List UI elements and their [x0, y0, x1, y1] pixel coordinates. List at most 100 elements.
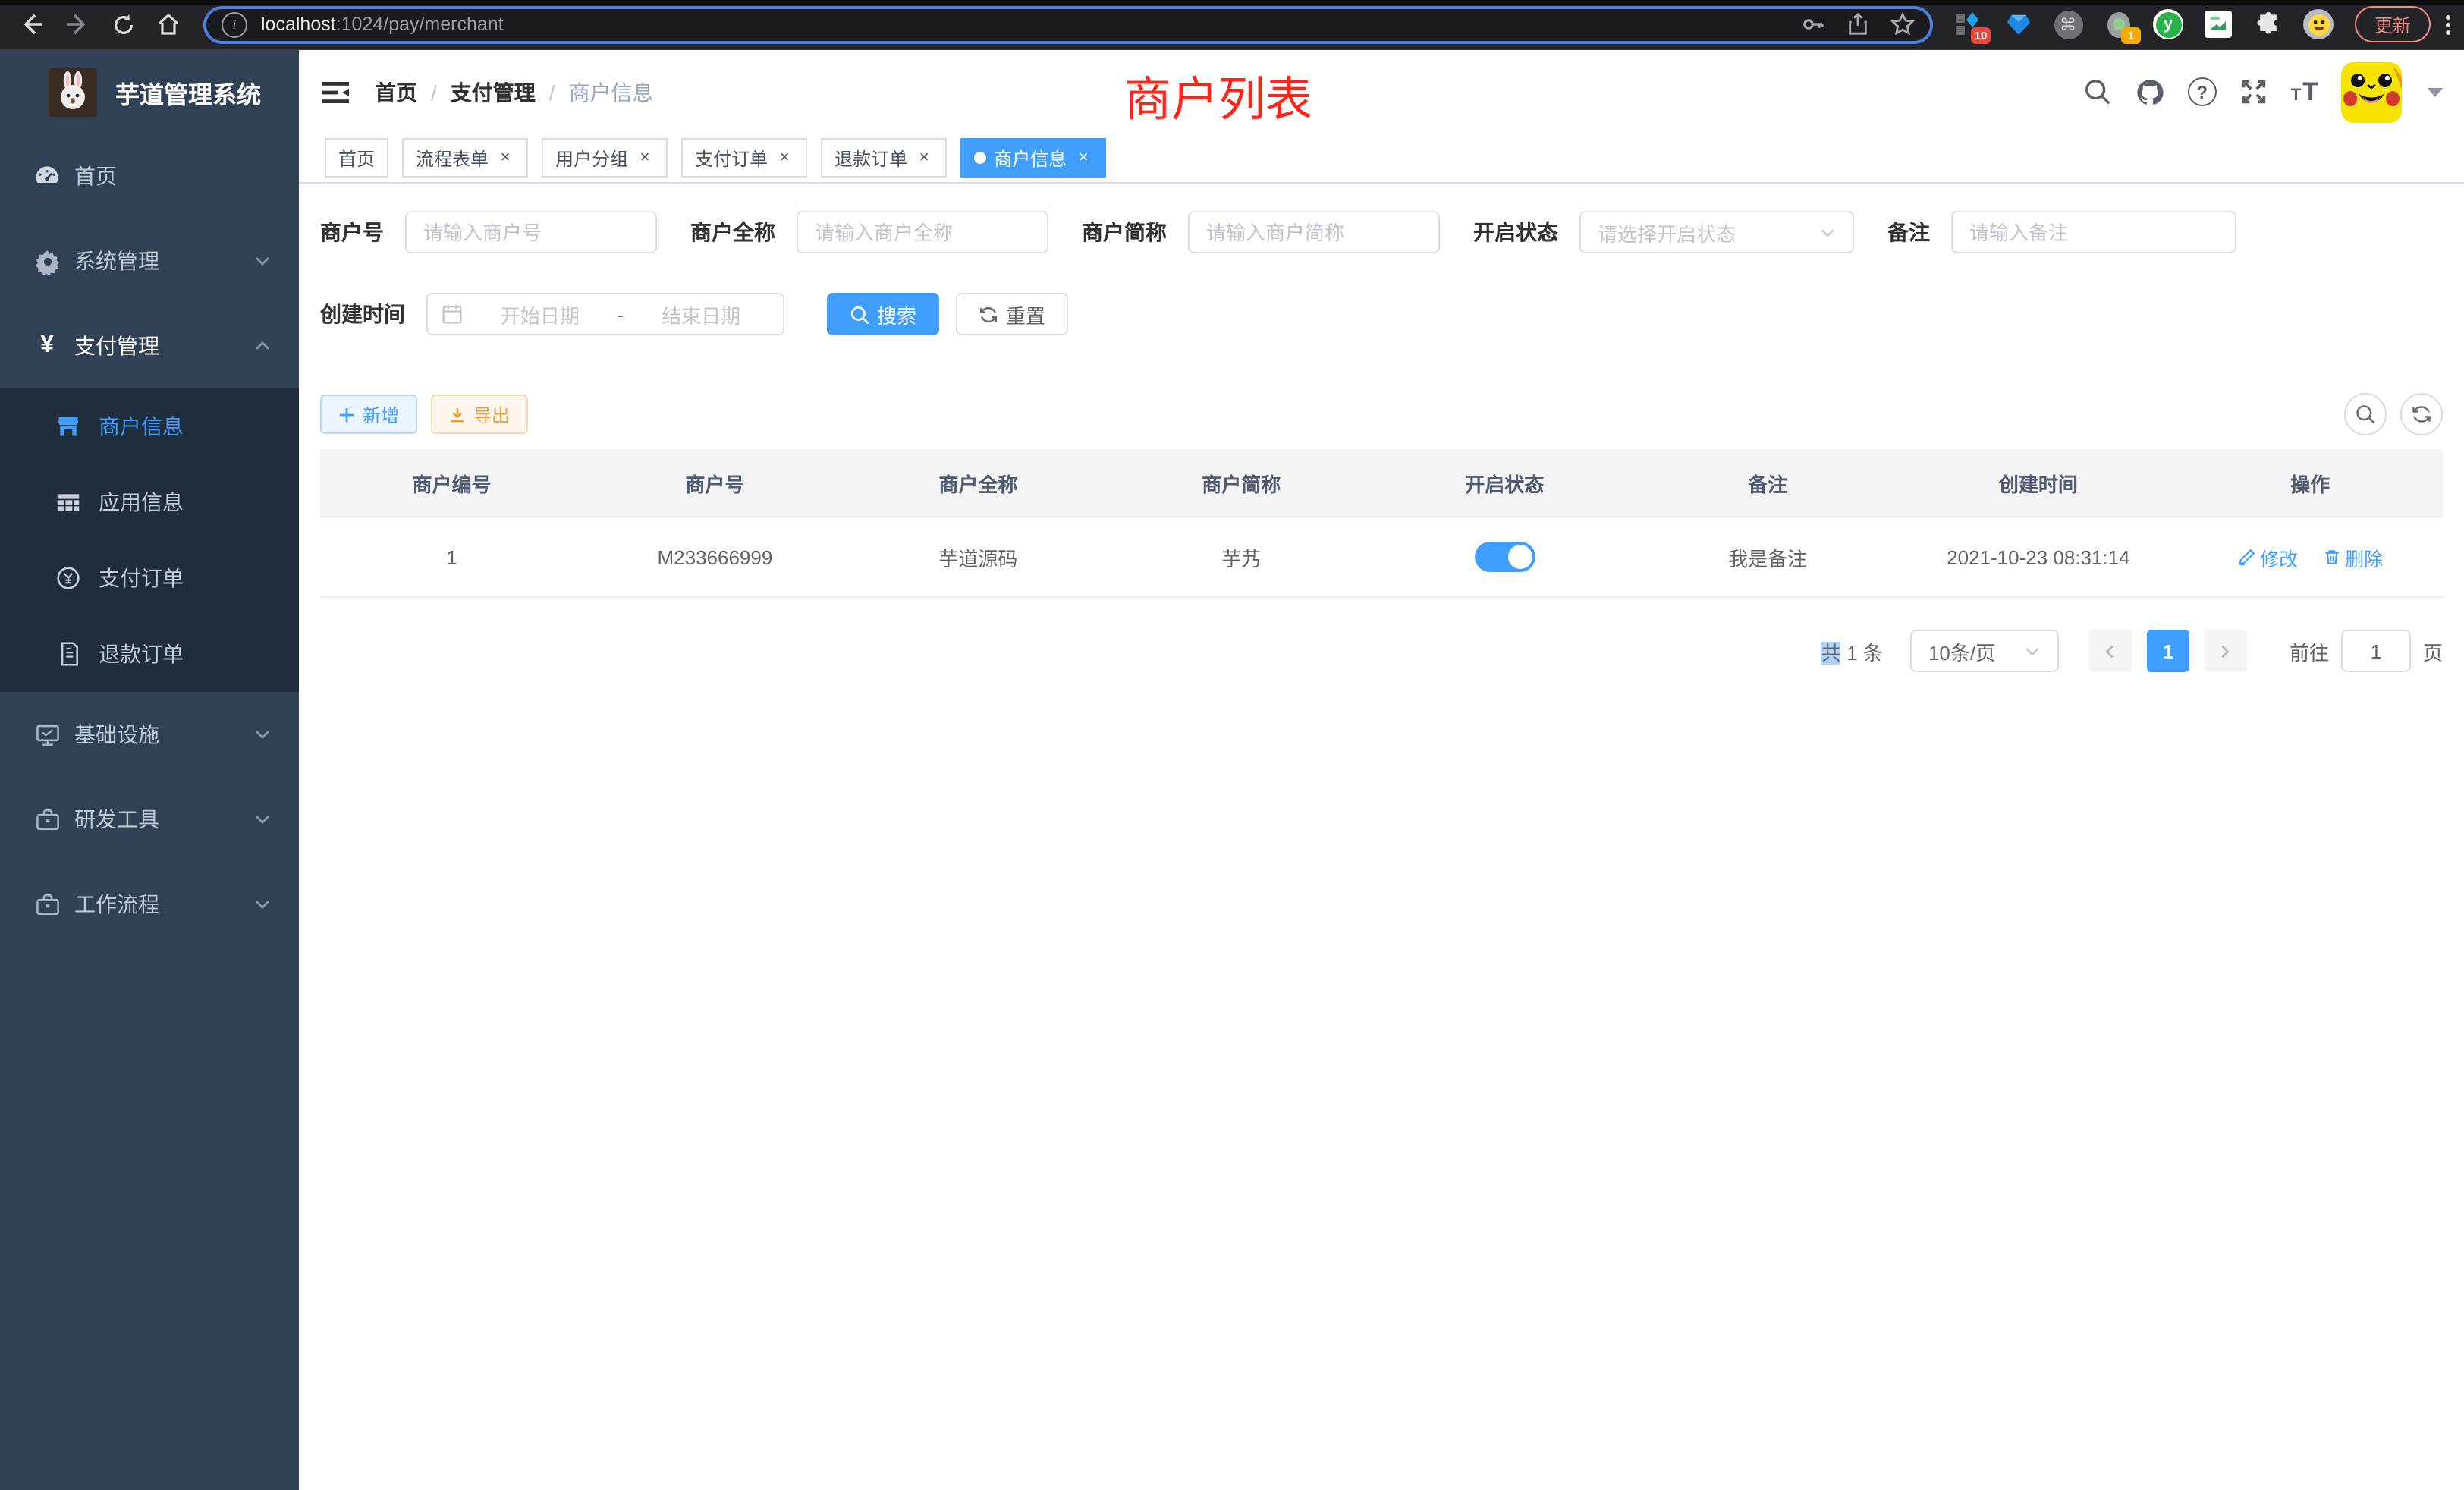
- tab-close-icon[interactable]: ×: [915, 149, 933, 167]
- sidebar-item-workflow[interactable]: 工作流程: [0, 862, 299, 947]
- bookmark-star-icon[interactable]: [1890, 12, 1915, 36]
- github-icon[interactable]: [2135, 77, 2165, 107]
- table-toolbar: 新增 导出: [320, 393, 2443, 435]
- font-size-icon[interactable]: TT: [2291, 79, 2318, 105]
- screen: i localhost:1024/pay/merchant 10 ⌘ 1: [0, 0, 2464, 1490]
- select-placeholder: 请选择开启状态: [1598, 218, 1819, 247]
- date-end-placeholder[interactable]: 结束日期: [633, 300, 769, 328]
- browser-reload-button[interactable]: [100, 5, 146, 44]
- sidebar-subitem-merchant-info[interactable]: 商户信息: [0, 388, 299, 464]
- remark-input[interactable]: [1951, 211, 2236, 253]
- breadcrumb-separator: /: [549, 80, 555, 104]
- cell-actions: 修改 删除: [2177, 517, 2443, 597]
- field-label: 商户简称: [1082, 217, 1167, 247]
- sidebar-item-home[interactable]: 首页: [0, 134, 299, 218]
- extension-gray-icon[interactable]: 1: [2103, 9, 2133, 39]
- status-toggle[interactable]: [1474, 542, 1535, 572]
- url-bar[interactable]: i localhost:1024/pay/merchant: [203, 5, 1933, 43]
- prev-page-button[interactable]: [2089, 630, 2132, 672]
- browser-back-button[interactable]: [9, 5, 55, 44]
- url-path: :1024/pay/merchant: [336, 14, 504, 35]
- share-icon[interactable]: [1846, 12, 1869, 36]
- add-button[interactable]: 新增: [320, 395, 417, 434]
- chevron-down-icon: [253, 810, 272, 828]
- app-navbar: 首页 / 支付管理 / 商户信息 商户列表 ? TT: [299, 50, 2464, 134]
- password-key-icon[interactable]: [1801, 12, 1825, 36]
- next-page-button[interactable]: [2205, 630, 2247, 672]
- extension-emoji-icon[interactable]: [2303, 9, 2334, 39]
- gear-icon: [33, 247, 61, 275]
- full-name-input[interactable]: [797, 211, 1048, 253]
- search-icon: [2355, 404, 2376, 425]
- extension-y-icon[interactable]: y: [2153, 9, 2183, 39]
- active-tab-dot: [974, 152, 986, 164]
- reload-icon: [112, 13, 134, 36]
- tab-refund-order[interactable]: 退款订单 ×: [821, 138, 947, 178]
- filter-merchant-no: 商户号: [320, 211, 657, 253]
- date-range-picker[interactable]: 开始日期 - 结束日期: [426, 293, 784, 335]
- tab-close-icon[interactable]: ×: [1074, 149, 1092, 167]
- tab-close-icon[interactable]: ×: [496, 149, 514, 167]
- extension-gem-icon[interactable]: [2003, 9, 2033, 39]
- sidebar-collapse-icon[interactable]: [320, 77, 350, 107]
- help-icon[interactable]: ?: [2188, 77, 2217, 106]
- fullscreen-icon[interactable]: [2239, 77, 2268, 106]
- browser-update-button[interactable]: 更新: [2355, 6, 2431, 42]
- tab-home[interactable]: 首页: [325, 138, 388, 178]
- extensions-puzzle-icon[interactable]: [2253, 9, 2283, 39]
- tab-pay-order[interactable]: 支付订单 ×: [681, 138, 807, 178]
- export-button[interactable]: 导出: [431, 395, 528, 434]
- cell-remark: 我是备注: [1636, 517, 1900, 597]
- toggle-search-button[interactable]: [2344, 393, 2387, 435]
- user-avatar[interactable]: [2341, 61, 2402, 122]
- edit-link[interactable]: 修改: [2237, 542, 2298, 571]
- date-start-placeholder[interactable]: 开始日期: [472, 300, 608, 328]
- sidebar-item-dev-tools[interactable]: 研发工具: [0, 777, 299, 862]
- extension-command-icon[interactable]: ⌘: [2053, 9, 2083, 39]
- pagination-total: 共 1 条: [1821, 637, 1883, 665]
- sidebar-item-payment[interactable]: ¥ 支付管理: [0, 303, 299, 388]
- tab-close-icon[interactable]: ×: [775, 149, 794, 167]
- app-logo-row[interactable]: 芋道管理系统: [0, 50, 299, 134]
- extension-tampermonkey-icon[interactable]: 10: [1953, 9, 1983, 39]
- breadcrumb-payment[interactable]: 支付管理: [451, 77, 536, 107]
- sidebar-subitem-app-info[interactable]: 应用信息: [0, 464, 299, 540]
- reset-button[interactable]: 重置: [956, 293, 1068, 335]
- main-area: 首页 / 支付管理 / 商户信息 商户列表 ? TT: [299, 50, 2464, 1490]
- sidebar-item-label: 基础设施: [74, 719, 159, 750]
- tab-close-icon[interactable]: ×: [636, 149, 654, 167]
- page-number-button[interactable]: 1: [2147, 630, 2189, 672]
- sidebar-item-infra[interactable]: 基础设施: [0, 692, 299, 777]
- merchant-no-input[interactable]: [405, 211, 657, 253]
- browser-home-button[interactable]: [146, 5, 191, 44]
- sidebar-subitem-refund-order[interactable]: 退款订单: [0, 616, 299, 692]
- header-search-icon[interactable]: [2083, 77, 2112, 106]
- status-select[interactable]: 请选择开启状态: [1579, 211, 1854, 253]
- goto-page-input[interactable]: [2341, 630, 2411, 672]
- payment-submenu: 商户信息 应用信息 支付订单 退款订单: [0, 388, 299, 692]
- breadcrumb-home[interactable]: 首页: [375, 77, 417, 107]
- page-size-select[interactable]: 10条/页: [1910, 630, 2059, 672]
- filter-row-1: 商户号 商户全称 商户简称 开启状态 请选择开启状态: [320, 211, 2443, 253]
- extension-chart-icon[interactable]: [2203, 9, 2233, 39]
- sidebar-item-system[interactable]: 系统管理: [0, 218, 299, 303]
- refresh-icon: [979, 304, 998, 324]
- browser-forward-button[interactable]: [55, 5, 100, 44]
- tab-merchant-info[interactable]: 商户信息 ×: [960, 138, 1106, 178]
- refund-doc-icon: [56, 642, 80, 666]
- site-info-icon[interactable]: i: [222, 11, 247, 37]
- refresh-table-button[interactable]: [2400, 393, 2443, 435]
- browser-menu-icon[interactable]: [2446, 14, 2450, 34]
- delete-link[interactable]: 删除: [2322, 542, 2383, 571]
- pagination-goto: 前往 页: [2290, 630, 2443, 672]
- tab-user-group[interactable]: 用户分组 ×: [542, 138, 668, 178]
- table-row: 1 M233666999 芋道源码 芋艿 我是备注 2021-10-23 08:…: [320, 517, 2443, 597]
- search-icon: [850, 304, 869, 324]
- search-button[interactable]: 搜索: [827, 293, 939, 335]
- tab-process-form[interactable]: 流程表单 ×: [402, 138, 528, 178]
- short-name-input[interactable]: [1188, 211, 1440, 253]
- sidebar-subitem-pay-order[interactable]: 支付订单: [0, 540, 299, 616]
- tab-label: 用户分组: [555, 145, 628, 171]
- grid-icon: [56, 490, 80, 514]
- avatar-dropdown-caret-icon[interactable]: [2428, 87, 2443, 96]
